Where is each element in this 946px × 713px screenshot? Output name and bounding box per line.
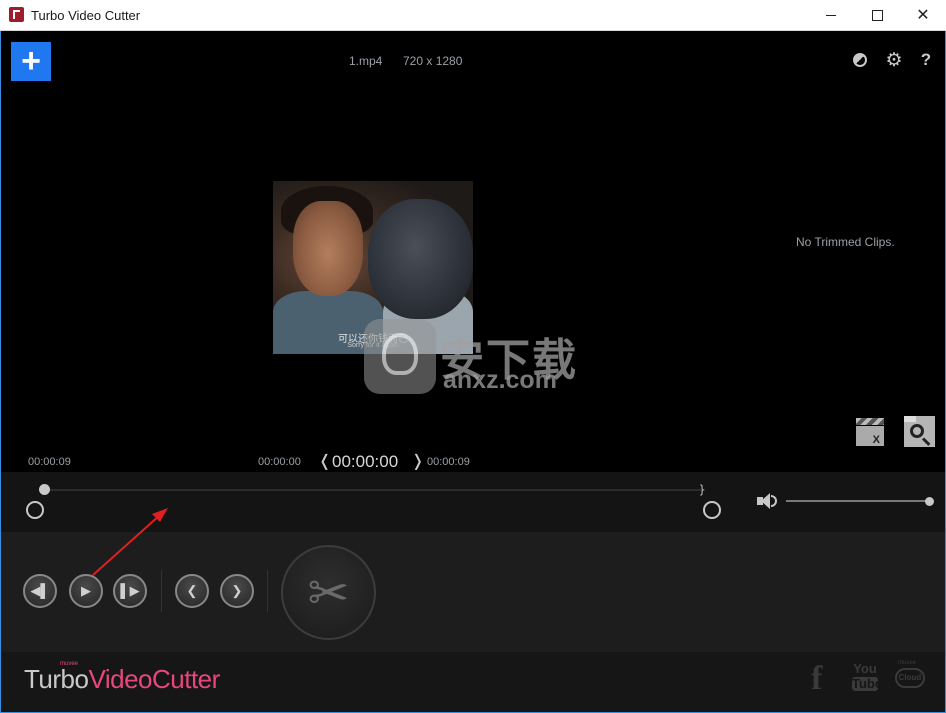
previous-marker-button[interactable]: ❮ [175,574,209,608]
bracket-right-icon: ❭ [411,453,425,470]
contrast-button[interactable] [851,51,869,69]
minimize-icon [826,14,836,16]
search-icon [910,424,924,438]
gear-icon: ⚙ [885,49,903,71]
clear-clips-mark: X [856,426,884,446]
play-button[interactable]: ▶ [69,574,103,608]
youtube-icon[interactable]: You Tube [852,662,882,691]
timeline-panel [1,472,945,532]
previous-frame-button[interactable]: ◀▌ [23,574,57,608]
facebook-icon[interactable]: f [811,660,822,698]
next-frame-button[interactable]: ▌▶ [113,574,147,608]
maximize-button[interactable] [854,0,900,30]
maximize-icon [871,9,883,21]
trim-end-time: 00:00:09 [427,456,470,468]
close-button[interactable]: ✕ [900,0,946,30]
trim-end-handle[interactable] [703,501,721,519]
divider [161,570,162,612]
trim-end-marker: } [700,482,705,496]
volume-knob[interactable] [925,497,934,506]
contrast-icon [853,53,867,67]
cut-button[interactable]: ✂ [281,545,376,640]
window-title: Turbo Video Cutter [31,8,141,23]
settings-button[interactable]: ⚙ [885,49,903,71]
next-marker-button[interactable]: ❯ [220,574,254,608]
no-clips-message: No Trimmed Clips. [796,235,895,249]
cloud-icon[interactable]: Cloud [895,668,925,688]
volume-icon[interactable] [757,492,777,510]
preview-clips-button[interactable] [904,416,935,447]
close-icon: ✕ [916,7,930,24]
watermark-url: anxz.com [443,366,557,394]
current-time: 00:00:00 [332,452,399,471]
clapperboard-icon [856,418,884,425]
playhead-knob[interactable] [39,484,50,495]
watermark-shield-icon [364,319,436,394]
clear-clips-button[interactable]: X [856,418,884,446]
cloud-brand: muvee [898,660,917,666]
trim-start-time: 00:00:00 [258,456,301,468]
file-name: 1.mp4 [349,54,383,68]
title-bar: Turbo Video Cutter ✕ [0,0,946,31]
volume-slider[interactable] [786,500,929,502]
brand-logo: TurboVideoCutter [24,664,220,694]
help-button[interactable]: ? [917,50,935,69]
trim-start-handle[interactable] [26,501,44,519]
timeline-track[interactable] [44,489,705,491]
bracket-left-icon: ❬ [318,453,332,470]
add-file-button[interactable]: + [11,42,51,81]
duration-label: 00:00:09 [28,456,71,468]
minimize-button[interactable] [808,0,854,30]
divider [267,570,268,612]
scissors-icon: ✂ [307,564,350,621]
app-logo-icon [9,7,24,22]
video-resolution: 720 x 1280 [403,54,463,68]
